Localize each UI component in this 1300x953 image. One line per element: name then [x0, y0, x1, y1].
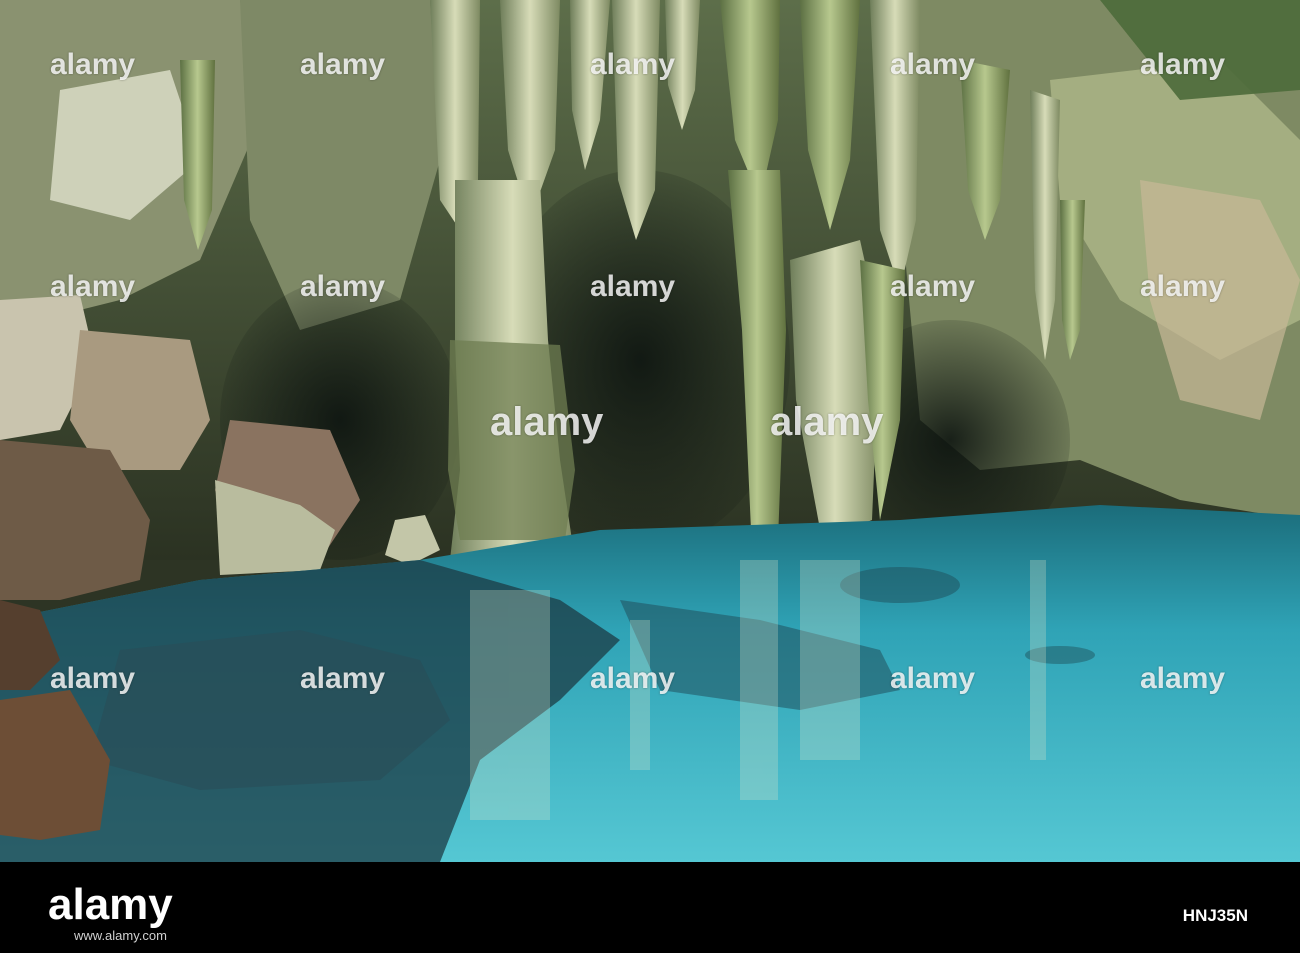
watermark-text: alamy [890, 48, 976, 81]
watermark-text: alamy [50, 662, 136, 695]
cave-photo: alamy alamy alamy alamy alamy alamy alam… [0, 0, 1300, 862]
watermark-text: alamy [300, 270, 386, 303]
watermark-text: alamy [1140, 48, 1226, 81]
footer-url: www.alamy.com [74, 928, 167, 943]
watermark-text: alamy [890, 662, 976, 695]
watermark-text: alamy [50, 270, 136, 303]
watermark-text: alamy [300, 48, 386, 81]
watermark-logo: alamy [490, 400, 604, 444]
watermark-text: alamy [890, 270, 976, 303]
watermark-text: alamy [1140, 270, 1226, 303]
watermark-text: alamy [590, 270, 676, 303]
footer-logo: alamy [48, 880, 173, 929]
watermark-logo: alamy [770, 400, 884, 444]
image-id: HNJ35N [1182, 906, 1248, 925]
watermark-text: alamy [590, 48, 676, 81]
footer-bar: alamy www.alamy.com HNJ35N [0, 862, 1300, 953]
watermark-text: alamy [50, 48, 136, 81]
stock-photo-frame: alamy alamy alamy alamy alamy alamy alam… [0, 0, 1300, 953]
watermark-text: alamy [590, 662, 676, 695]
watermark-text: alamy [300, 662, 386, 695]
cave-illustration [0, 0, 1300, 862]
watermark-text: alamy [1140, 662, 1226, 695]
